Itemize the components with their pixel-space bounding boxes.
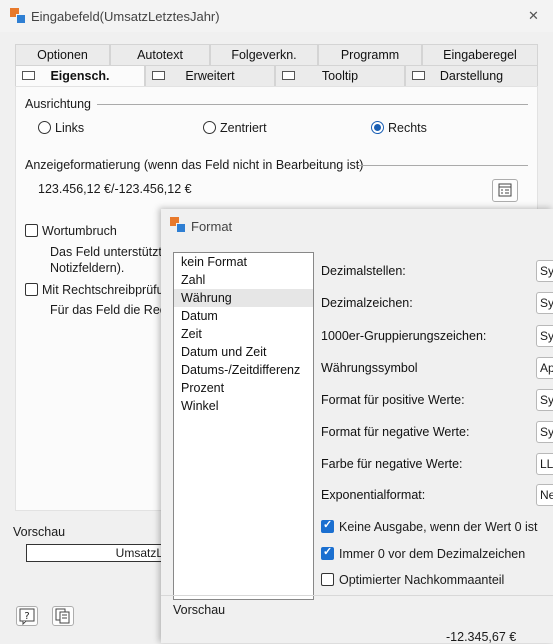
anzeige-label: Anzeigeformatierung (wenn das Feld nicht…	[25, 158, 364, 172]
tab-optionen[interactable]: Optionen	[15, 44, 110, 65]
radio-links-label[interactable]: Links	[55, 121, 84, 135]
vorschau-preview: UmsatzL	[26, 544, 166, 562]
main-titlebar: Eingabefeld(UmsatzLetztesJahr) ✕	[0, 0, 553, 32]
rechtschreib-desc: Für das Feld die Recht	[50, 303, 177, 317]
tab-box-icon	[282, 71, 295, 80]
tab-box-icon	[22, 71, 35, 80]
radio-zentriert[interactable]	[203, 121, 216, 134]
format-list[interactable]: kein Format Zahl Währung Datum Zeit Datu…	[173, 252, 314, 600]
tab-eingaberegel[interactable]: Eingaberegel	[422, 44, 538, 65]
radio-rechts[interactable]	[371, 121, 384, 134]
optimiert-checkbox[interactable]	[321, 573, 334, 586]
list-item[interactable]: Winkel	[174, 397, 313, 415]
vorschau-label: Vorschau	[13, 525, 66, 539]
dezimalzeichen-select[interactable]: Sy	[536, 292, 553, 314]
wortumbruch-label[interactable]: Wortumbruch	[42, 224, 117, 238]
radio-links[interactable]	[38, 121, 51, 134]
dezimalstellen-select[interactable]: Sy	[536, 260, 553, 282]
radio-rechts-label[interactable]: Rechts	[388, 121, 427, 135]
list-item[interactable]: kein Format	[174, 253, 313, 271]
list-item[interactable]: Zahl	[174, 271, 313, 289]
tab-box-icon	[412, 71, 425, 80]
copy-icon	[55, 608, 70, 624]
immer-null-label[interactable]: Immer 0 vor dem Dezimalzeichen	[339, 547, 525, 561]
immer-null-checkbox[interactable]	[321, 545, 334, 560]
format-table-icon	[498, 183, 512, 197]
tab-tooltip[interactable]: Tooltip	[275, 65, 405, 86]
tab-eigensch-label: Eigensch.	[50, 69, 110, 83]
tab-eigensch[interactable]: Eigensch.	[15, 65, 145, 86]
wortumbruch-desc-2: Notizfeldern).	[50, 261, 125, 275]
app-icon	[10, 8, 26, 24]
tab-darstellung[interactable]: Darstellung	[405, 65, 538, 86]
format-dialog: Format kein Format Zahl Währung Datum Ze…	[161, 209, 553, 644]
optimiert-label[interactable]: Optimierter Nachkommaanteil	[339, 573, 504, 587]
help-icon: ?	[19, 608, 35, 626]
negative-color-label: Farbe für negative Werte:	[321, 457, 463, 471]
svg-text:?: ?	[24, 611, 29, 622]
format-vorschau-label: Vorschau	[173, 603, 226, 617]
tab-autotext[interactable]: Autotext	[110, 44, 210, 65]
wortumbruch-desc-1: Das Feld unterstützt W	[50, 245, 178, 259]
format-app-icon	[170, 217, 186, 233]
tab-programm[interactable]: Programm	[318, 44, 422, 65]
waehrungssymbol-label: Währungssymbol	[321, 361, 418, 375]
help-button[interactable]: ?	[16, 606, 38, 626]
exponential-label: Exponentialformat:	[321, 488, 426, 502]
waehrungssymbol-select[interactable]: Ap	[536, 357, 553, 379]
tab-erweitert-label: Erweitert	[185, 69, 235, 83]
anzeige-value: 123.456,12 €/-123.456,12 €	[38, 182, 192, 196]
list-item[interactable]: Datum und Zeit	[174, 343, 313, 361]
format-picker-button[interactable]	[492, 179, 518, 202]
list-item[interactable]: Datum	[174, 307, 313, 325]
close-icon[interactable]: ✕	[528, 8, 539, 24]
negative-color-select[interactable]: LL	[536, 453, 553, 475]
radio-zentriert-label[interactable]: Zentriert	[220, 121, 267, 135]
rechtschreib-label[interactable]: Mit Rechtschreibprüfun	[42, 283, 171, 297]
tab-box-icon	[152, 71, 165, 80]
copy-button[interactable]	[52, 606, 74, 626]
divider	[161, 595, 553, 596]
dezimalstellen-label: Dezimalstellen:	[321, 264, 406, 278]
rechtschreib-checkbox[interactable]	[25, 283, 38, 296]
list-item[interactable]: Datums-/Zeitdifferenz	[174, 361, 313, 379]
tab-tooltip-label: Tooltip	[321, 69, 359, 83]
list-item[interactable]: Prozent	[174, 379, 313, 397]
keine-ausgabe-label[interactable]: Keine Ausgabe, wenn der Wert 0 ist	[339, 520, 538, 534]
wortumbruch-checkbox[interactable]	[25, 224, 38, 237]
window-title: Eingabefeld(UmsatzLetztesJahr)	[31, 9, 220, 24]
gruppierung-label: 1000er-Gruppierungszeichen:	[321, 329, 487, 343]
format-title: Format	[191, 219, 233, 234]
tab-row-1: Optionen Autotext Folgeverkn. Programm E…	[15, 44, 538, 65]
exponential-select[interactable]: Ne	[536, 484, 553, 506]
tab-erweitert[interactable]: Erweitert	[145, 65, 275, 86]
ausrichtung-label: Ausrichtung	[25, 97, 92, 111]
divider	[358, 165, 528, 166]
tab-folgeverkn[interactable]: Folgeverkn.	[210, 44, 318, 65]
list-item[interactable]: Zeit	[174, 325, 313, 343]
list-item-selected[interactable]: Währung	[174, 289, 313, 307]
positive-format-select[interactable]: Sy	[536, 389, 553, 411]
negative-format-select[interactable]: Sy	[536, 421, 553, 443]
negative-format-label: Format für negative Werte:	[321, 425, 470, 439]
tab-row-2: Eigensch. Erweitert Tooltip Darstellung	[15, 65, 538, 86]
format-vorschau-value: -12.345,67 €	[446, 630, 517, 644]
dezimalzeichen-label: Dezimalzeichen:	[321, 296, 413, 310]
divider	[97, 104, 528, 105]
positive-format-label: Format für positive Werte:	[321, 393, 465, 407]
vorschau-value: UmsatzL	[115, 546, 163, 560]
keine-ausgabe-checkbox[interactable]	[321, 518, 334, 533]
gruppierung-select[interactable]: Sy	[536, 325, 553, 347]
tab-darstellung-label: Darstellung	[439, 69, 504, 83]
